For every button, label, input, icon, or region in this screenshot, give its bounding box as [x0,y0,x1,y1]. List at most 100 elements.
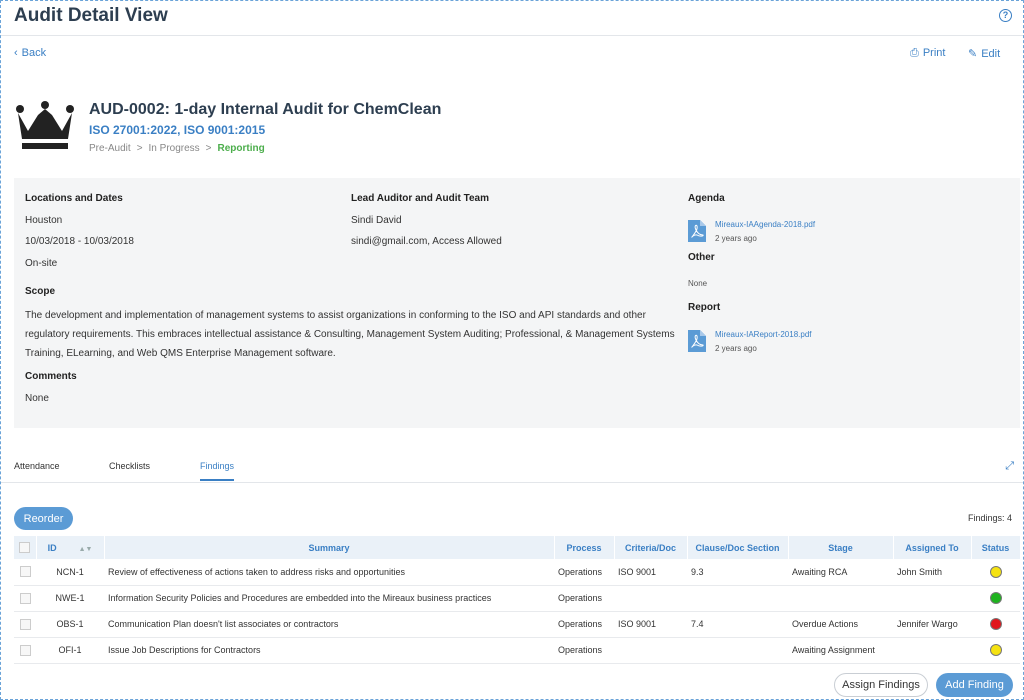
report-file-link[interactable]: Mireaux-IAReport-2018.pdf [715,330,812,339]
cell-assigned-to: Jennifer Wargo [893,611,971,638]
pdf-file-icon [688,220,706,242]
agenda-file-age: 2 years ago [715,234,757,243]
column-header-stage[interactable]: Stage [788,536,894,559]
tab-findings[interactable]: Findings [200,461,235,481]
agenda-file-link[interactable]: Mireaux-IAAgenda-2018.pdf [715,220,815,229]
page-title: Audit Detail View [14,5,168,26]
reorder-button[interactable]: Reorder [14,507,73,530]
cell-clause [687,637,788,664]
comments-value: None [25,393,49,404]
column-header-id[interactable]: ID ▲▼ [36,536,105,559]
crown-icon [16,101,74,149]
assign-findings-button[interactable]: Assign Findings [834,673,928,697]
tab-attendance[interactable]: Attendance [14,461,60,471]
dates-value: 10/03/2018 - 10/03/2018 [25,236,134,247]
stage-separator: > [136,143,143,154]
stage-in-progress: In Progress [148,143,200,154]
comments-heading: Comments [25,371,77,382]
locations-heading: Locations and Dates [25,193,123,204]
scope-heading: Scope [25,286,56,297]
sort-icon[interactable]: ▲▼ [79,546,93,553]
print-label: Print [922,47,946,59]
cell-status [971,637,1020,664]
back-link[interactable]: ‹ Back [14,47,46,59]
pencil-icon: ✎ [968,48,978,60]
column-header-summary[interactable]: Summary [104,536,555,559]
cell-clause: 9.3 [687,559,788,586]
scope-text: The development and implementation of ma… [25,310,675,359]
column-header-status[interactable]: Status [971,536,1021,559]
cell-assigned-to [893,585,971,612]
location-value: Houston [25,215,63,226]
cell-stage: Awaiting RCA [788,559,893,586]
select-all-header[interactable] [14,536,37,559]
back-label: Back [21,47,47,59]
chevron-left-icon: ‹ [14,47,18,59]
cell-assigned-to: John Smith [893,559,971,586]
column-header-process[interactable]: Process [554,536,615,559]
lead-auditor-heading: Lead Auditor and Audit Team [351,193,489,204]
column-header-label: ID [47,542,57,553]
row-checkbox-cell[interactable] [14,585,36,612]
agenda-heading: Agenda [688,193,725,204]
status-indicator-icon [989,592,1002,604]
status-indicator-icon [989,644,1002,656]
cell-stage: Overdue Actions [788,611,893,638]
cell-criteria: ISO 9001 [614,559,687,586]
cell-id: OBS-1 [36,611,104,638]
cell-id: NCN-1 [36,559,104,586]
pdf-file-icon [688,330,706,352]
stage-pre-audit: Pre-Audit [89,143,131,154]
add-finding-button[interactable]: Add Finding [936,673,1013,697]
report-file-age: 2 years ago [715,344,757,353]
table-row[interactable]: NCN-1 Review of effectiveness of actions … [14,559,1020,586]
row-checkbox-cell[interactable] [14,559,36,586]
site-value: On-site [25,258,58,269]
row-checkbox[interactable] [19,644,31,656]
report-heading: Report [688,302,721,313]
row-checkbox[interactable] [19,592,31,604]
audit-standards: ISO 27001:2022, ISO 9001:2015 [89,123,266,137]
cell-status [971,585,1020,612]
table-row[interactable]: OBS-1 Communication Plan doesn't list ass… [14,611,1020,638]
other-heading: Other [688,252,715,263]
table-header-row: ID ▲▼ Summary Process Criteria/Doc Clause… [14,536,1021,559]
top-bar: Audit Detail View ? [0,0,1024,36]
stage-breadcrumb: Pre-Audit > In Progress > Reporting [89,143,265,154]
status-indicator-icon [989,618,1002,630]
select-all-checkbox[interactable] [19,542,31,554]
tab-checklists[interactable]: Checklists [109,461,150,471]
findings-table: ID ▲▼ Summary Process Criteria/Doc Clause… [14,536,1021,664]
tab-bar: Attendance Checklists Findings ⤢ [0,450,1024,483]
row-checkbox-cell[interactable] [14,637,36,664]
column-header-clause[interactable]: Clause/Doc Section [687,536,789,559]
help-icon[interactable]: ? [999,9,1012,22]
row-checkbox-cell[interactable] [14,611,36,638]
findings-count: Findings: 4 [967,513,1012,523]
cell-id: OFI-1 [36,637,104,664]
column-header-assigned-to[interactable]: Assigned To [893,536,972,559]
stage-separator: > [205,143,212,154]
cell-assigned-to [893,637,971,664]
other-value: None [688,279,708,288]
print-button[interactable]: ⎙ Print [910,47,945,60]
lead-auditor-contact: sindi@gmail.com, Access Allowed [351,236,502,247]
table-row[interactable]: NWE-1 Information Security Policies and P… [14,585,1020,612]
row-checkbox[interactable] [19,566,31,578]
cell-stage [788,585,893,612]
cell-summary: Communication Plan doesn't list associat… [104,611,554,638]
details-panel: Locations and Dates Houston 10/03/2018 -… [14,178,1020,428]
cell-status [971,611,1020,638]
edit-button[interactable]: ✎ Edit [968,47,1000,60]
cell-process: Operations [554,637,614,664]
cell-id: NWE-1 [36,585,104,612]
cell-clause [687,585,788,612]
cell-criteria [614,585,687,612]
row-checkbox[interactable] [19,618,31,630]
column-header-criteria[interactable]: Criteria/Doc [614,536,688,559]
cell-criteria: ISO 9001 [614,611,687,638]
table-row[interactable]: OFI-1 Issue Job Descriptions for Contract… [14,637,1020,664]
expand-icon[interactable]: ⤢ [1005,460,1014,473]
cell-process: Operations [554,559,614,586]
lead-auditor-name: Sindi David [351,215,402,226]
